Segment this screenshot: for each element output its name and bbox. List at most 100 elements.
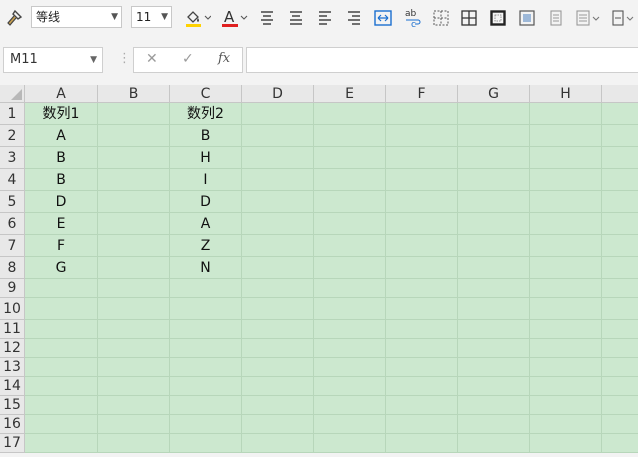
font-color-icon[interactable]: A: [219, 7, 249, 29]
cell-d13[interactable]: [242, 358, 314, 377]
cell-e2[interactable]: [314, 125, 386, 147]
cell-f9[interactable]: [386, 279, 458, 298]
wrap-text-icon[interactable]: ab c: [402, 6, 424, 30]
cell-b1[interactable]: [98, 103, 170, 125]
cell-next1[interactable]: [602, 103, 638, 125]
column-header-f[interactable]: F: [386, 85, 458, 103]
cell-d7[interactable]: [242, 235, 314, 257]
cell-f4[interactable]: [386, 169, 458, 191]
cell-next6[interactable]: [602, 213, 638, 235]
row-header-2[interactable]: 2: [0, 125, 25, 147]
cell-d9[interactable]: [242, 279, 314, 298]
cell-c10[interactable]: [170, 298, 242, 320]
cell-g17[interactable]: [458, 434, 530, 453]
cell-g15[interactable]: [458, 396, 530, 415]
font-size-select[interactable]: 11 ▼: [131, 6, 172, 28]
cell-c7[interactable]: Z: [170, 235, 242, 257]
cell-b10[interactable]: [98, 298, 170, 320]
cell-f1[interactable]: [386, 103, 458, 125]
cell-b7[interactable]: [98, 235, 170, 257]
cell-e13[interactable]: [314, 358, 386, 377]
cell-e7[interactable]: [314, 235, 386, 257]
cell-g2[interactable]: [458, 125, 530, 147]
cell-next8[interactable]: [602, 257, 638, 279]
cell-d1[interactable]: [242, 103, 314, 125]
row-header-11[interactable]: 11: [0, 320, 25, 339]
cell-e1[interactable]: [314, 103, 386, 125]
cell-e6[interactable]: [314, 213, 386, 235]
cell-a2[interactable]: A: [25, 125, 98, 147]
merge-center-icon[interactable]: [373, 8, 393, 28]
cell-b15[interactable]: [98, 396, 170, 415]
cell-b4[interactable]: [98, 169, 170, 191]
row-header-12[interactable]: 12: [0, 339, 25, 358]
cell-b3[interactable]: [98, 147, 170, 169]
cell-a10[interactable]: [25, 298, 98, 320]
column-header-next[interactable]: [602, 85, 638, 103]
align-left-icon[interactable]: [316, 8, 334, 28]
cell-next12[interactable]: [602, 339, 638, 358]
select-all-corner[interactable]: [0, 85, 25, 103]
function-icon[interactable]: fx: [218, 51, 230, 66]
cell-h11[interactable]: [530, 320, 602, 339]
cell-e14[interactable]: [314, 377, 386, 396]
cell-next10[interactable]: [602, 298, 638, 320]
cell-d17[interactable]: [242, 434, 314, 453]
cell-f6[interactable]: [386, 213, 458, 235]
cell-h5[interactable]: [530, 191, 602, 213]
cell-g10[interactable]: [458, 298, 530, 320]
cell-next5[interactable]: [602, 191, 638, 213]
cell-c15[interactable]: [170, 396, 242, 415]
cell-h7[interactable]: [530, 235, 602, 257]
column-header-d[interactable]: D: [242, 85, 314, 103]
cell-a5[interactable]: D: [25, 191, 98, 213]
cell-a14[interactable]: [25, 377, 98, 396]
column-header-c[interactable]: C: [170, 85, 242, 103]
cell-a11[interactable]: [25, 320, 98, 339]
cell-g8[interactable]: [458, 257, 530, 279]
format-painter-icon[interactable]: [3, 7, 25, 29]
cell-c14[interactable]: [170, 377, 242, 396]
cell-g11[interactable]: [458, 320, 530, 339]
cell-e17[interactable]: [314, 434, 386, 453]
cell-e9[interactable]: [314, 279, 386, 298]
cell-b8[interactable]: [98, 257, 170, 279]
cell-d2[interactable]: [242, 125, 314, 147]
row-header-15[interactable]: 15: [0, 396, 25, 415]
cell-next9[interactable]: [602, 279, 638, 298]
cell-f13[interactable]: [386, 358, 458, 377]
cell-h3[interactable]: [530, 147, 602, 169]
row-header-6[interactable]: 6: [0, 213, 25, 235]
cell-f5[interactable]: [386, 191, 458, 213]
cell-c3[interactable]: H: [170, 147, 242, 169]
align-middle-icon[interactable]: [287, 8, 305, 28]
cell-f3[interactable]: [386, 147, 458, 169]
cell-h15[interactable]: [530, 396, 602, 415]
cell-f7[interactable]: [386, 235, 458, 257]
cell-f10[interactable]: [386, 298, 458, 320]
cell-c11[interactable]: [170, 320, 242, 339]
cell-a1[interactable]: 数列1: [25, 103, 98, 125]
cell-h1[interactable]: [530, 103, 602, 125]
row-header-1[interactable]: 1: [0, 103, 25, 125]
cell-f17[interactable]: [386, 434, 458, 453]
cell-d16[interactable]: [242, 415, 314, 434]
column-header-e[interactable]: E: [314, 85, 386, 103]
cell-f8[interactable]: [386, 257, 458, 279]
cell-h12[interactable]: [530, 339, 602, 358]
cell-a17[interactable]: [25, 434, 98, 453]
cell-d6[interactable]: [242, 213, 314, 235]
cell-g5[interactable]: [458, 191, 530, 213]
cell-a6[interactable]: E: [25, 213, 98, 235]
confirm-icon[interactable]: ✓: [182, 51, 194, 67]
cell-next13[interactable]: [602, 358, 638, 377]
cell-g9[interactable]: [458, 279, 530, 298]
cell-c1[interactable]: 数列2: [170, 103, 242, 125]
cell-e12[interactable]: [314, 339, 386, 358]
cell-b2[interactable]: [98, 125, 170, 147]
cell-a9[interactable]: [25, 279, 98, 298]
cell-h13[interactable]: [530, 358, 602, 377]
cell-d5[interactable]: [242, 191, 314, 213]
name-box[interactable]: M11 ▼: [3, 47, 103, 73]
cell-b13[interactable]: [98, 358, 170, 377]
